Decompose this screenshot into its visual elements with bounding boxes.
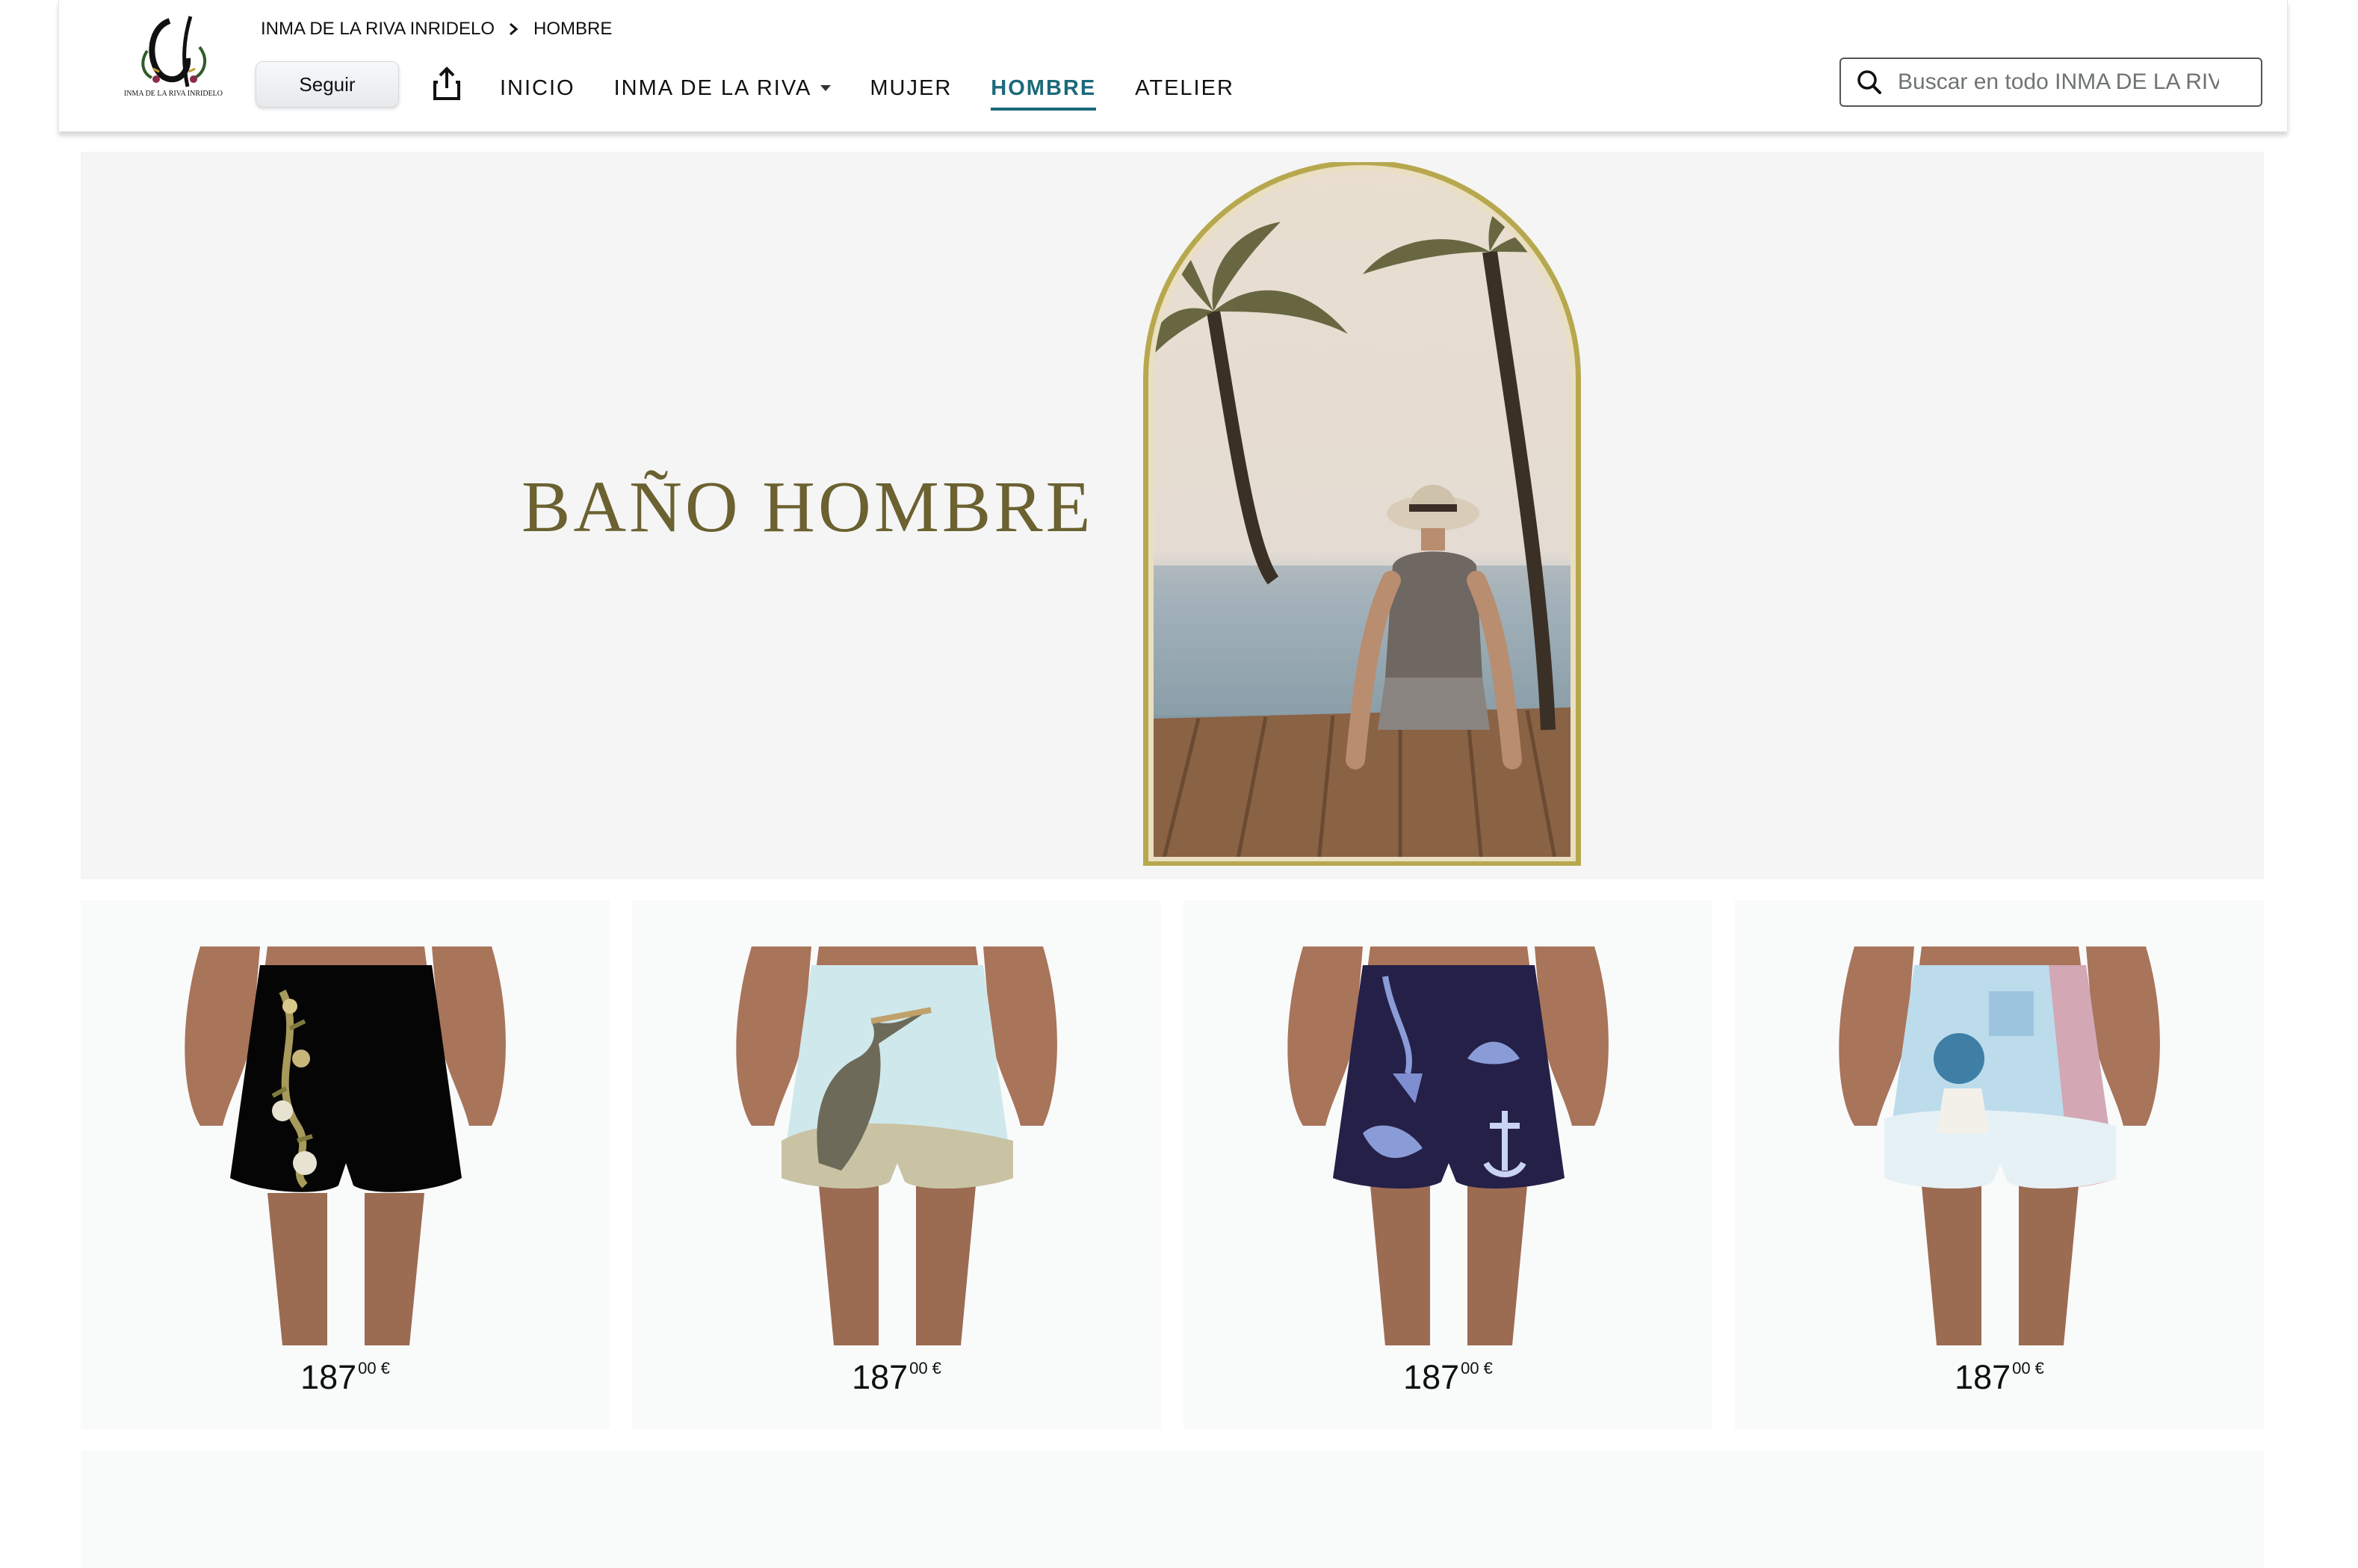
swim-shorts-pelican-image <box>736 946 1057 1345</box>
swim-shorts-black-floral-image <box>185 946 506 1345</box>
product-grid: 18700 € 18700 € 18700 € 18700 € <box>81 900 2264 1429</box>
share-button[interactable] <box>427 64 467 105</box>
price-currency: € <box>380 1359 390 1378</box>
price-whole: 187 <box>1955 1358 2011 1396</box>
swim-shorts-navy-anchor-image <box>1287 946 1609 1345</box>
price-whole: 187 <box>1403 1358 1460 1396</box>
product-price: 18700 € <box>632 1358 1161 1396</box>
search-icon <box>1857 70 1881 94</box>
nav-item-label: HOMBRE <box>991 75 1097 100</box>
brand-logo-icon <box>141 16 207 87</box>
store-header: INMA DE LA RIVA INRIDELO INMA DE LA RIVA… <box>58 0 2288 131</box>
product-card[interactable]: 18700 € <box>1183 900 1712 1429</box>
nav-item-label: INMA DE LA RIVA <box>613 75 812 100</box>
price-whole: 187 <box>852 1358 909 1396</box>
price-fraction: 00 <box>909 1359 928 1378</box>
nav-item-hombre[interactable]: HOMBRE <box>991 72 1097 111</box>
product-card[interactable]: 18700 € <box>1735 900 2264 1429</box>
price-fraction: 00 <box>1461 1359 1479 1378</box>
caret-down-icon <box>820 85 832 91</box>
chevron-right-icon <box>509 22 519 36</box>
hero-title: BAÑO HOMBRE <box>522 467 1094 548</box>
price-whole: 187 <box>300 1358 357 1396</box>
nav-item-label: INICIO <box>500 75 575 100</box>
product-image[interactable] <box>1832 946 2168 1345</box>
store-nav: INICIO INMA DE LA RIVA MUJER HOMBRE ATEL… <box>500 72 1273 111</box>
follow-button[interactable]: Seguir <box>256 61 399 108</box>
product-price: 18700 € <box>1735 1358 2264 1396</box>
price-currency: € <box>2034 1359 2044 1378</box>
breadcrumb: INMA DE LA RIVA INRIDELO HOMBRE <box>261 16 612 42</box>
product-price: 18700 € <box>81 1358 610 1396</box>
store-search[interactable] <box>1839 58 2262 107</box>
price-currency: € <box>932 1359 941 1378</box>
search-input[interactable] <box>1896 69 2221 96</box>
nav-item-mujer[interactable]: MUJER <box>870 72 952 105</box>
next-section-placeholder <box>81 1451 2264 1568</box>
nav-item-inma-de-la-riva[interactable]: INMA DE LA RIVA <box>614 72 832 105</box>
breadcrumb-brand-link[interactable]: INMA DE LA RIVA INRIDELO <box>261 19 495 40</box>
nav-item-label: ATELIER <box>1135 75 1234 100</box>
price-fraction: 00 <box>358 1359 377 1378</box>
nav-item-inicio[interactable]: INICIO <box>500 72 575 105</box>
nav-item-atelier[interactable]: ATELIER <box>1135 72 1234 105</box>
product-price: 18700 € <box>1183 1358 1712 1396</box>
price-fraction: 00 <box>2012 1359 2031 1378</box>
hero-banner[interactable]: BAÑO HOMBRE <box>81 152 2264 879</box>
product-image[interactable] <box>1281 946 1617 1345</box>
product-image[interactable] <box>729 946 1065 1345</box>
brand-logo[interactable]: INMA DE LA RIVA INRIDELO <box>117 6 229 118</box>
swim-shorts-light-blue-print-image <box>1839 946 2160 1345</box>
hero-image <box>1139 162 1585 870</box>
logo-text: INMA DE LA RIVA INRIDELO <box>123 90 223 98</box>
price-currency: € <box>1483 1359 1493 1378</box>
nav-item-label: MUJER <box>870 75 953 100</box>
product-image[interactable] <box>178 946 514 1345</box>
share-icon <box>433 66 460 100</box>
product-card[interactable]: 18700 € <box>632 900 1161 1429</box>
product-card[interactable]: 18700 € <box>81 900 610 1429</box>
breadcrumb-current[interactable]: HOMBRE <box>533 19 612 40</box>
beach-arch-image <box>1143 162 1581 866</box>
